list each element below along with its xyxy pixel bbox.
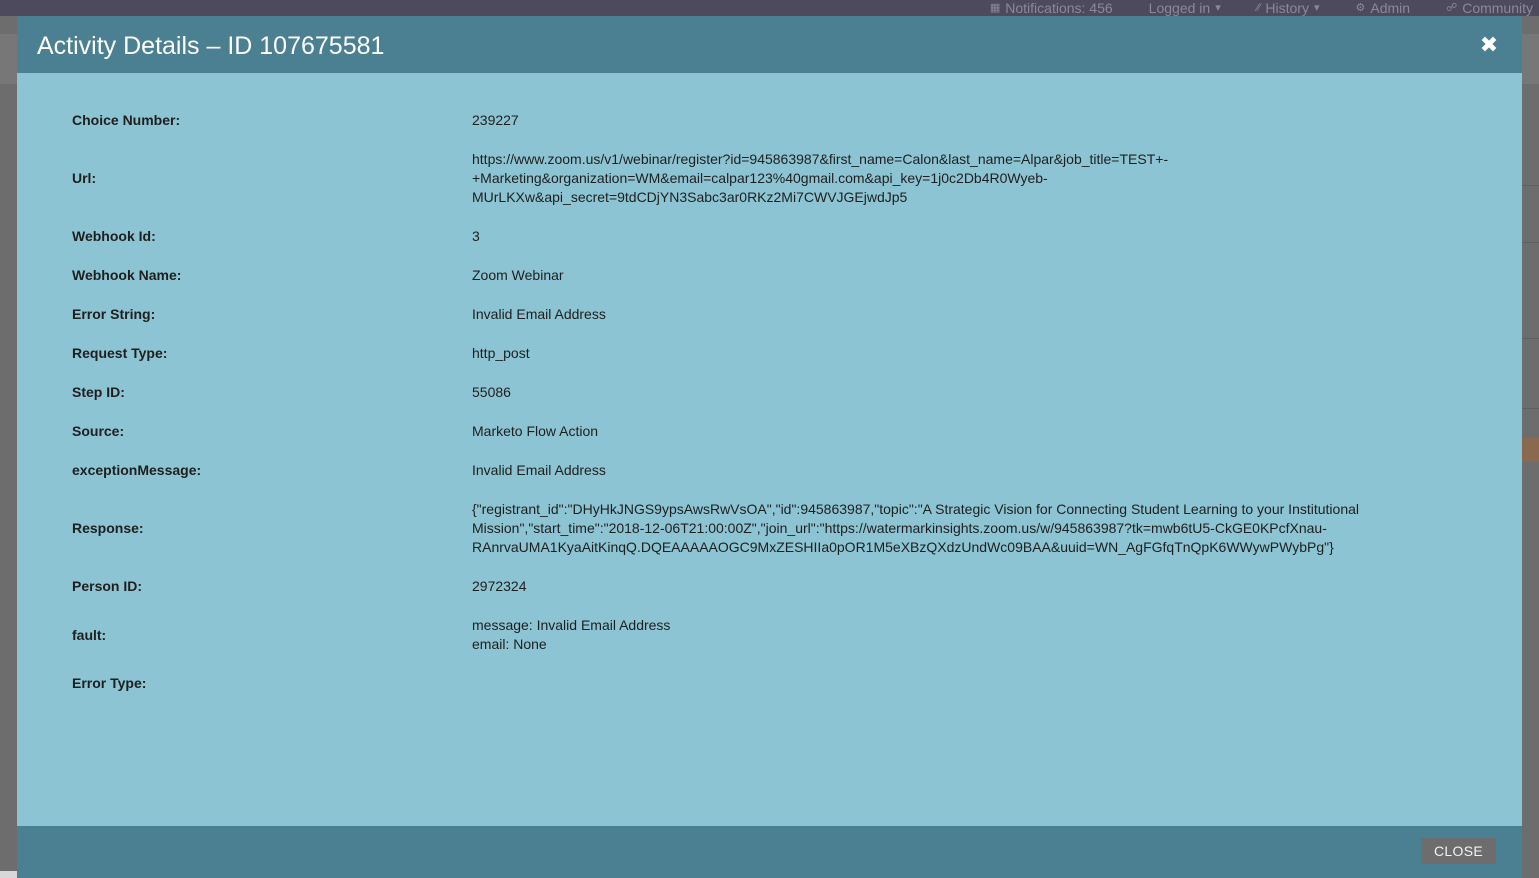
history-menu[interactable]: ∕∕ History ▾	[1257, 1, 1320, 15]
detail-value: 55086	[472, 384, 511, 400]
detail-value: message: Invalid Email Address email: No…	[472, 617, 671, 652]
detail-value: {"registrant_id":"DHyHkJNGS9ypsAwsRwVsOA…	[472, 501, 1360, 555]
modal-body: Choice Number: 239227 Url: https://www.z…	[17, 73, 1522, 826]
detail-label: fault:	[72, 626, 107, 643]
detail-value: 3	[472, 228, 480, 244]
detail-label: Url:	[72, 170, 97, 186]
admin-label: Admin	[1370, 0, 1411, 16]
gear-icon: ⚙	[1355, 2, 1366, 14]
close-button[interactable]: CLOSE	[1421, 838, 1496, 864]
detail-value: 2972324	[472, 578, 527, 594]
detail-label: Response:	[72, 520, 144, 536]
detail-label: Webhook Name:	[72, 267, 182, 283]
activity-details-modal: Activity Details – ID 107675581 ✖ Choice…	[17, 16, 1522, 878]
notifications-link[interactable]: ▦ Notifications: 456	[990, 1, 1113, 15]
detail-label: Person ID:	[72, 578, 143, 594]
notifications-icon: ▦	[989, 2, 1001, 14]
detail-row: Step ID: 55086	[72, 383, 1472, 402]
top-nav-bar: ▦ Notifications: 456 Logged in ▾ ∕∕ Hist…	[0, 0, 1539, 16]
community-icon: ☍	[1446, 2, 1458, 14]
detail-label: Error String:	[72, 306, 156, 322]
detail-row: Source: Marketo Flow Action	[72, 422, 1472, 441]
detail-value: Marketo Flow Action	[472, 423, 599, 439]
modal-footer: CLOSE	[17, 826, 1522, 878]
detail-label: Choice Number:	[72, 112, 181, 128]
detail-value: Invalid Email Address	[472, 462, 606, 478]
background-divider	[1522, 242, 1539, 243]
modal-title: Activity Details – ID 107675581	[37, 32, 385, 60]
chevron-down-icon: ▾	[1313, 2, 1320, 14]
detail-row: Webhook Id: 3	[72, 227, 1472, 246]
detail-row: Error Type:	[72, 674, 1472, 693]
detail-label: exceptionMessage:	[72, 462, 202, 478]
background-divider	[1522, 185, 1539, 186]
detail-value: https://www.zoom.us/v1/webinar/register?…	[472, 151, 1169, 205]
detail-row: Webhook Name: Zoom Webinar	[72, 266, 1472, 285]
detail-row: Response: {"registrant_id":"DHyHkJNGS9yp…	[72, 500, 1472, 557]
modal-header: Activity Details – ID 107675581 ✖	[17, 16, 1522, 73]
detail-label: Error Type:	[72, 675, 147, 691]
detail-row: Url: https://www.zoom.us/v1/webinar/regi…	[72, 150, 1472, 207]
detail-value: http_post	[472, 345, 530, 361]
logged-in-menu[interactable]: Logged in ▾	[1149, 1, 1221, 15]
detail-row: Choice Number: 239227	[72, 111, 1472, 130]
detail-row: Person ID: 2972324	[72, 577, 1472, 596]
detail-row: exceptionMessage: Invalid Email Address	[72, 461, 1472, 480]
detail-row: Error String: Invalid Email Address	[72, 305, 1472, 324]
community-link[interactable]: ☍ Community	[1446, 1, 1533, 15]
community-label: Community	[1462, 0, 1533, 16]
background-divider	[1522, 338, 1539, 339]
detail-value: Zoom Webinar	[472, 267, 564, 283]
history-label: History	[1265, 0, 1309, 16]
close-icon[interactable]: ✖	[1478, 34, 1500, 56]
detail-label: Webhook Id:	[72, 228, 156, 244]
detail-value: Invalid Email Address	[472, 306, 606, 322]
detail-label: Request Type:	[72, 345, 168, 361]
admin-link[interactable]: ⚙ Admin	[1356, 1, 1411, 15]
detail-label: Source:	[72, 423, 125, 439]
background-highlight	[1522, 438, 1539, 462]
background-divider	[1522, 408, 1539, 409]
notifications-label: Notifications: 456	[1005, 0, 1113, 16]
logged-in-label: Logged in	[1148, 0, 1211, 16]
detail-label: Step ID:	[72, 384, 125, 400]
chevron-down-icon: ▾	[1215, 2, 1221, 14]
detail-value: 239227	[472, 112, 519, 128]
history-icon: ∕∕	[1256, 2, 1261, 14]
details-list: Choice Number: 239227 Url: https://www.z…	[72, 111, 1472, 713]
detail-row: fault: message: Invalid Email Address em…	[72, 616, 1472, 654]
detail-row: Request Type: http_post	[72, 344, 1472, 363]
